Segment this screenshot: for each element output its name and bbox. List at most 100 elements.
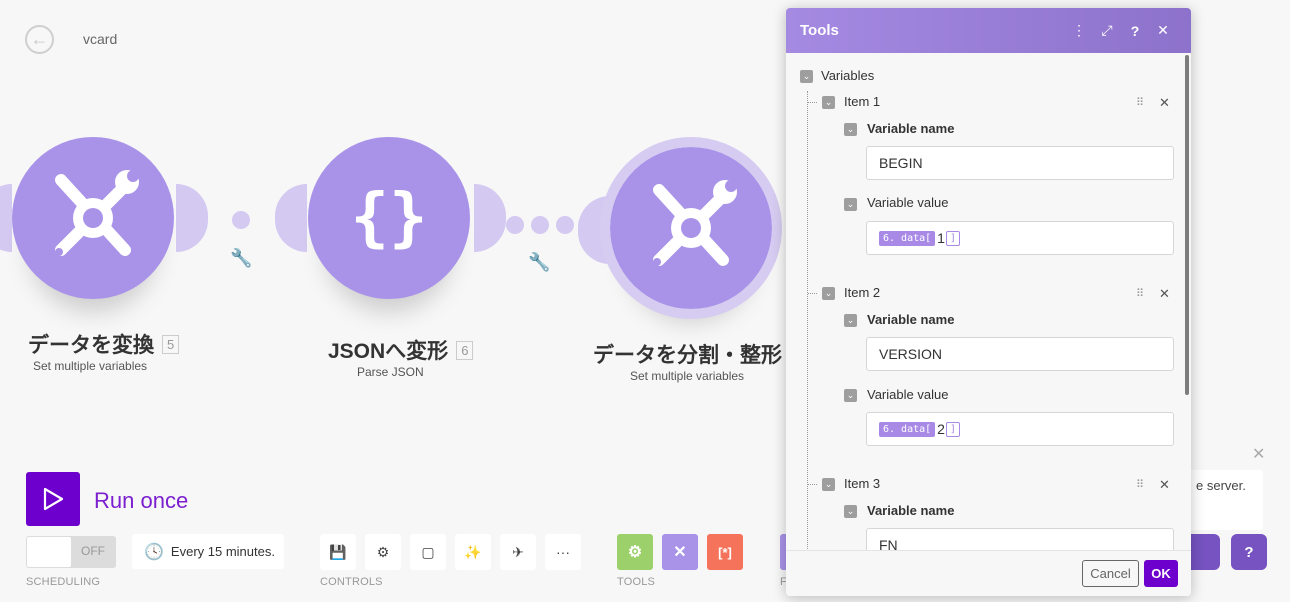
more-button[interactable]: ··· <box>545 534 581 570</box>
drag-handle-icon[interactable]: ⠿ <box>1136 287 1144 300</box>
help-chat-icon: ? <box>1244 543 1254 561</box>
help-icon[interactable]: ? <box>1121 23 1149 39</box>
dialog-body: ⌄ Variables ⌄ Item 1 ⠿ ✕ ⌄ Variable name… <box>786 53 1191 550</box>
drag-handle-icon[interactable]: ⠿ <box>1136 478 1144 491</box>
module-number: 6 <box>456 340 474 360</box>
controls-label: CONTROLS <box>320 576 383 588</box>
variable-name-label: Variable name <box>867 503 955 518</box>
remove-item-icon[interactable]: ✕ <box>1159 477 1170 493</box>
text-parser-button[interactable]: [*] <box>707 534 743 570</box>
ellipsis-icon: ··· <box>556 544 570 560</box>
run-once-button[interactable] <box>26 472 80 526</box>
item-label: Item 2 <box>844 285 881 300</box>
tools-icon <box>653 180 737 266</box>
magic-wand-icon: ✨ <box>464 543 482 560</box>
wrench-icon[interactable]: 🔧 <box>230 248 252 269</box>
schedule-setting[interactable]: 🕓 Every 15 minutes. <box>132 534 284 569</box>
collapse-toggle[interactable]: ⌄ <box>844 389 857 402</box>
variable-value-label: Variable value <box>867 195 949 210</box>
note-icon: ▢ <box>421 543 435 560</box>
collapse-toggle[interactable]: ⌄ <box>844 314 857 327</box>
collapse-toggle[interactable]: ⌄ <box>844 505 857 518</box>
toggle-state: OFF <box>81 544 105 558</box>
drag-handle-icon[interactable]: ⠿ <box>1136 96 1144 109</box>
variable-name-label: Variable name <box>867 121 955 136</box>
module-title[interactable]: データを分割・整形 <box>593 339 782 369</box>
tools-button[interactable]: ✕ <box>662 534 698 570</box>
variable-value-label: Variable value <box>867 387 949 402</box>
tree-branch <box>808 102 817 103</box>
kebab-menu-icon[interactable]: ⋮ <box>1065 22 1093 39</box>
variable-name-input[interactable]: BEGIN <box>866 146 1174 180</box>
airplane-icon: ✈ <box>512 543 524 560</box>
tools-icon <box>55 170 139 256</box>
collapse-toggle[interactable]: ⌄ <box>844 123 857 136</box>
notification-text: e server. <box>1196 478 1246 493</box>
run-once-label[interactable]: Run once <box>94 488 188 514</box>
tools-label: TOOLS <box>617 576 656 588</box>
settings-button[interactable]: ⚙ <box>365 534 401 570</box>
module-subtitle: Set multiple variables <box>33 359 148 373</box>
variable-value-input[interactable]: 6. data[1] <box>866 221 1174 255</box>
tree-branch <box>808 484 817 485</box>
floppy-disk-icon: 💾 <box>329 543 347 560</box>
mapping-pill[interactable]: 6. data[ <box>879 230 936 246</box>
explain-flow-button[interactable]: ✈ <box>500 534 536 570</box>
maximize-icon[interactable]: ⤢ <box>1093 22 1121 39</box>
module-connector-out <box>474 184 506 252</box>
collapse-toggle[interactable]: ⌄ <box>822 478 835 491</box>
module-5[interactable] <box>12 137 174 299</box>
ok-button[interactable]: OK <box>1144 560 1178 587</box>
module-connector-in <box>275 184 307 252</box>
flow-control-button[interactable]: ⚙ <box>617 534 653 570</box>
mapping-pill-end[interactable]: ] <box>945 230 960 246</box>
tools-dialog: Tools ⋮ ⤢ ? ✕ ⌄ Variables ⌄ Item 1 ⠿ ✕ ⌄… <box>786 8 1191 596</box>
json-braces-icon: {} <box>350 181 428 255</box>
toggle-knob <box>27 537 71 567</box>
module-subtitle: Parse JSON <box>357 365 424 379</box>
module-number: 5 <box>162 334 180 354</box>
module-selected[interactable] <box>600 137 782 319</box>
input-value: BEGIN <box>879 155 923 171</box>
back-button[interactable]: ← <box>25 25 54 54</box>
cancel-button[interactable]: Cancel <box>1082 560 1139 587</box>
variable-name-label: Variable name <box>867 312 955 327</box>
remove-item-icon[interactable]: ✕ <box>1159 286 1170 302</box>
module-connector-in <box>0 184 12 252</box>
wrench-icon[interactable]: 🔧 <box>528 252 550 273</box>
mapping-pill[interactable]: 6. data[ <box>879 421 936 437</box>
close-icon[interactable]: ✕ <box>1252 444 1265 464</box>
module-title[interactable]: JSONへ変形 6 <box>328 335 474 365</box>
variable-name-input[interactable]: VERSION <box>866 337 1174 371</box>
collapse-toggle[interactable]: ⌄ <box>822 96 835 109</box>
collapse-toggle[interactable]: ⌄ <box>800 70 813 83</box>
save-button[interactable]: 💾 <box>320 534 356 570</box>
variables-label: Variables <box>821 68 875 83</box>
variable-name-input[interactable]: FN <box>866 528 1174 550</box>
module-6[interactable]: {} <box>308 137 470 299</box>
module-connector-in <box>578 196 610 264</box>
auto-align-button[interactable]: ✨ <box>455 534 491 570</box>
collapse-toggle[interactable]: ⌄ <box>822 287 835 300</box>
connection-dot <box>506 216 524 234</box>
help-button[interactable]: ? <box>1231 534 1267 570</box>
input-value: VERSION <box>879 346 943 362</box>
close-icon[interactable]: ✕ <box>1149 22 1177 39</box>
dialog-header: Tools ⋮ ⤢ ? ✕ <box>786 8 1191 53</box>
scheduling-toggle[interactable]: OFF <box>26 536 116 568</box>
notes-button[interactable]: ▢ <box>410 534 446 570</box>
scenario-name[interactable]: vcard <box>83 31 117 47</box>
clock-icon: 🕓 <box>144 543 164 561</box>
tools-icon: ✕ <box>673 544 687 561</box>
input-value: FN <box>879 537 898 550</box>
collapse-toggle[interactable]: ⌄ <box>844 198 857 211</box>
index-value: 1 <box>937 230 945 246</box>
variable-value-input[interactable]: 6. data[2] <box>866 412 1174 446</box>
module-title[interactable]: データを変換 5 <box>28 329 180 359</box>
scrollbar[interactable] <box>1185 55 1189 395</box>
connection-dot <box>232 211 250 229</box>
module-connector-out <box>176 184 208 252</box>
mapping-pill-end[interactable]: ] <box>945 421 960 437</box>
play-icon <box>43 487 64 511</box>
remove-item-icon[interactable]: ✕ <box>1159 95 1170 111</box>
